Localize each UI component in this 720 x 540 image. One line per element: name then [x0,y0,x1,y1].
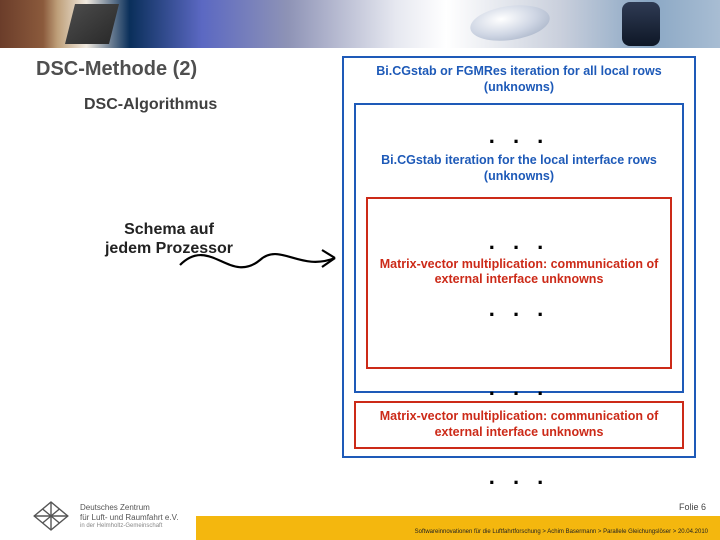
ellipsis-dots: . . . [378,294,660,320]
dlr-subtitle: in der Helmholtz-Gemeinschaft [80,523,178,529]
arrow-to-diagram [170,230,350,290]
ellipsis-dots: . . . [366,121,672,147]
dlr-text-block: Deutsches Zentrum für Luft- und Raumfahr… [80,503,178,529]
ellipsis-dots: . . . [366,373,672,399]
dlr-logo-block: Deutsches Zentrum für Luft- und Raumfahr… [30,496,178,536]
box-mvmult-outer: Matrix-vector multiplication: communicat… [354,401,684,448]
box-mvmult-inner-heading: Matrix-vector multiplication: communicat… [378,257,660,288]
box-interface-heading: Bi.CGstab iteration for the local interf… [366,153,672,186]
footer-meta-text: Softwareinnovationen für die Luftfahrtfo… [415,528,708,536]
dlr-name-line1: Deutsches Zentrum [80,503,150,512]
slide-subtitle: DSC-Algorithmus [84,96,217,114]
box-outer-heading: Bi.CGstab or FGMRes iteration for all lo… [354,64,684,97]
dlr-name-line2: für Luft- und Raumfahrt e.V. [80,513,178,522]
banner-highlight [468,1,552,46]
box-mvmult-inner: . . . Matrix-vector multiplication: comm… [366,197,672,369]
dlr-name: Deutsches Zentrum für Luft- und Raumfahr… [80,503,178,522]
slide-title: DSC-Methode (2) [36,58,197,81]
slide-number: Folie 6 [679,502,706,512]
ellipsis-dots: . . . [342,462,696,488]
ellipsis-dots: . . . [378,227,660,253]
footer: Folie 6 Softwareinnovationen für die Luf… [0,493,720,540]
dlr-logo-icon [30,499,72,533]
box-mvmult-outer-heading: Matrix-vector multiplication: communicat… [366,409,672,440]
header-banner-image [0,0,720,48]
slide: DSC-Methode (2) DSC-Algorithmus Schema a… [0,0,720,540]
box-interface-iteration: . . . Bi.CGstab iteration for the local … [354,103,684,393]
box-outer-iteration: Bi.CGstab or FGMRes iteration for all lo… [342,56,696,458]
